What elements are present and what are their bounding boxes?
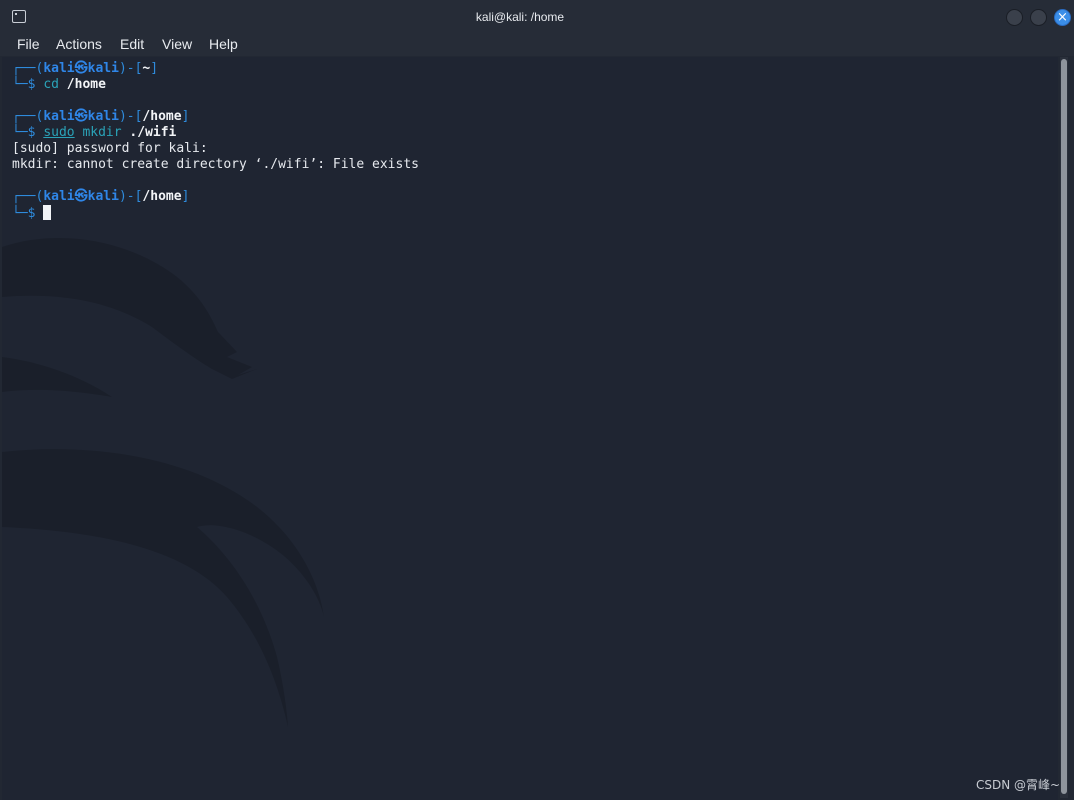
close-icon: × xyxy=(1057,10,1068,25)
maximize-button[interactable] xyxy=(1030,9,1047,26)
prompt-line-2: ┌──(kali㉿kali)-[/home] xyxy=(12,109,190,124)
minimize-button[interactable] xyxy=(1006,9,1023,26)
menu-view[interactable]: View xyxy=(162,36,192,52)
sudo-text: sudo xyxy=(43,125,75,140)
terminal-window: kali@kali: /home × File Actions Edit Vie… xyxy=(0,0,1074,800)
menu-file[interactable]: File xyxy=(17,36,40,52)
command-line-1: └─$ cd /home xyxy=(12,77,106,92)
menu-edit[interactable]: Edit xyxy=(120,36,144,52)
watermark: CSDN @霄峰~ xyxy=(976,778,1061,792)
prompt-path: /home xyxy=(142,189,182,204)
command-text: mkdir xyxy=(74,125,122,140)
prompt-user: kali㉿kali xyxy=(43,109,119,124)
prompt-user: kali㉿kali xyxy=(43,61,119,76)
output-line-1: [sudo] password for kali: xyxy=(12,141,208,156)
terminal-area[interactable]: ┌──(kali㉿kali)-[~] └─$ cd /home ┌──(kali… xyxy=(2,57,1058,800)
prompt-line-1: ┌──(kali㉿kali)-[~] xyxy=(12,61,159,76)
window-title: kali@kali: /home xyxy=(475,10,565,24)
title-bar[interactable]: kali@kali: /home × xyxy=(0,0,1074,34)
prompt-path: /home xyxy=(142,109,182,124)
output-line-2: mkdir: cannot create directory ‘./wifi’:… xyxy=(12,157,419,172)
scrollbar-thumb[interactable] xyxy=(1061,59,1067,794)
prompt-line-3: ┌──(kali㉿kali)-[/home] xyxy=(12,189,190,204)
command-argument: /home xyxy=(58,77,106,92)
menu-actions[interactable]: Actions xyxy=(56,36,102,52)
vertical-scrollbar[interactable] xyxy=(1060,57,1068,798)
prompt-user: kali㉿kali xyxy=(43,189,119,204)
close-button[interactable]: × xyxy=(1054,9,1071,26)
text-cursor xyxy=(43,205,52,220)
command-argument: ./wifi xyxy=(121,125,177,140)
menu-help[interactable]: Help xyxy=(209,36,238,52)
menu-bar: File Actions Edit View Help xyxy=(0,34,1074,56)
command-text: cd xyxy=(43,77,59,92)
command-line-2: └─$ sudo mkdir ./wifi xyxy=(12,125,177,140)
command-line-3: └─$ xyxy=(12,205,52,221)
